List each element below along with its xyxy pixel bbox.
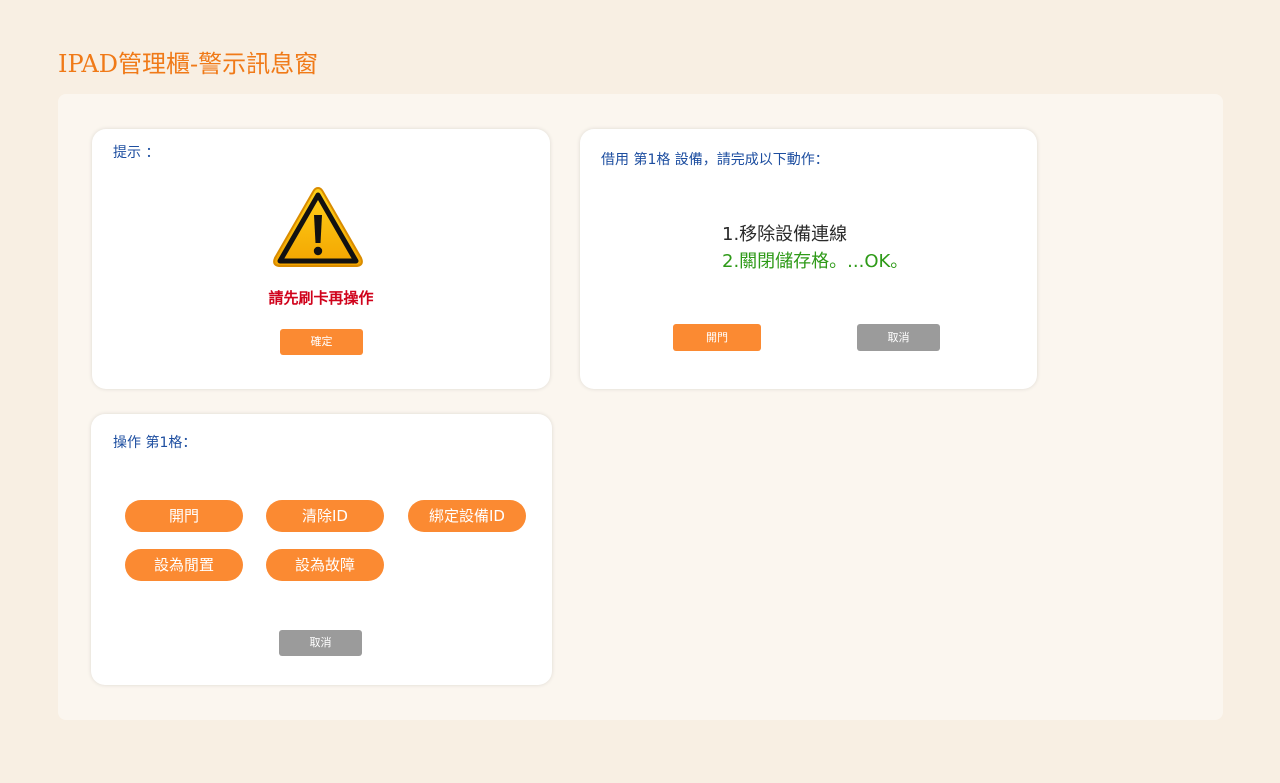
page-title: IPAD管理櫃-警示訊息窗 [58, 50, 319, 78]
open-door-button[interactable]: 開門 [125, 500, 243, 532]
borrow-step-close: 2.關閉儲存格。...OK。 [722, 251, 909, 272]
operate-card-title: 操作 第1格： [113, 435, 197, 451]
cancel-button[interactable]: 取消 [279, 630, 362, 656]
borrow-card: 借用 第1格 設備，請完成以下動作： 1.移除設備連線 2.關閉儲存格。...O… [580, 129, 1037, 389]
set-faulty-button[interactable]: 設為故障 [266, 549, 384, 581]
borrow-card-title: 借用 第1格 設備，請完成以下動作： [601, 152, 829, 168]
alert-card: 提示 ： 請先刷卡再操作 確定 [92, 129, 550, 389]
alert-message: 請先刷卡再操作 [268, 289, 374, 307]
cancel-button[interactable]: 取消 [857, 324, 940, 351]
bind-device-id-button[interactable]: 綁定設備ID [408, 500, 526, 532]
alert-card-title: 提示 ： [113, 145, 160, 161]
warning-icon [273, 186, 363, 267]
confirm-button[interactable]: 確定 [280, 329, 363, 355]
clear-id-button[interactable]: 清除ID [266, 500, 384, 532]
borrow-step-remove: 1.移除設備連線 [722, 224, 848, 245]
operate-card: 操作 第1格： 開門 清除ID 綁定設備ID 設為閒置 設為故障 取消 [91, 414, 552, 685]
set-idle-button[interactable]: 設為閒置 [125, 549, 243, 581]
open-door-button[interactable]: 開門 [673, 324, 761, 351]
